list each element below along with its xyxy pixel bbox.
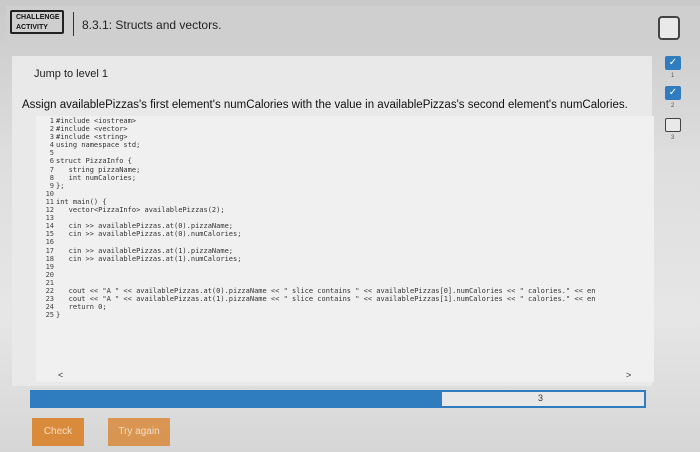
code-line[interactable]: struct PizzaInfo { bbox=[56, 157, 595, 165]
line-number: 7 bbox=[49, 165, 54, 174]
line-number: 1 bbox=[49, 117, 54, 125]
code-line[interactable]: #include <iostream> bbox=[56, 117, 595, 125]
code-line[interactable] bbox=[56, 149, 595, 157]
line-number: 10 bbox=[45, 189, 54, 198]
line-number: 12 bbox=[45, 206, 54, 215]
code-line[interactable]: return 0; bbox=[56, 303, 595, 311]
code-line[interactable] bbox=[56, 214, 595, 222]
level-number: 1 bbox=[671, 73, 675, 79]
level-open-icon[interactable] bbox=[665, 118, 681, 132]
line-number: 19 bbox=[45, 262, 54, 271]
line-number: 6 bbox=[49, 157, 54, 166]
line-number: 8 bbox=[49, 173, 54, 182]
code-line[interactable] bbox=[56, 263, 595, 271]
scroll-left-arrow[interactable]: < bbox=[58, 370, 63, 380]
level-number: 3 bbox=[671, 135, 675, 141]
line-number: 20 bbox=[45, 270, 54, 279]
jump-to-level-link[interactable]: Jump to level 1 bbox=[34, 68, 108, 80]
code-line[interactable] bbox=[56, 279, 595, 287]
code-line[interactable]: string pizzaName; bbox=[56, 166, 595, 174]
line-number: 15 bbox=[45, 230, 54, 239]
level-complete-check-icon[interactable]: ✓ bbox=[665, 86, 681, 100]
code-line[interactable]: cin >> availablePizzas.at(0).numCalories… bbox=[56, 230, 595, 238]
line-number: 25 bbox=[45, 311, 54, 320]
line-number: 16 bbox=[45, 238, 54, 247]
activity-title: 8.3.1: Structs and vectors. bbox=[82, 18, 222, 32]
badge-line1: CHALLENGE bbox=[16, 14, 60, 21]
line-number: 9 bbox=[49, 181, 54, 190]
line-number: 21 bbox=[45, 278, 54, 287]
line-number: 22 bbox=[45, 286, 54, 295]
code-line[interactable]: cout << "A " << availablePizzas.at(1).pi… bbox=[56, 295, 596, 303]
line-number: 14 bbox=[45, 222, 54, 231]
scroll-right-arrow[interactable]: > bbox=[626, 370, 631, 380]
line-number: 13 bbox=[45, 214, 54, 223]
code-line[interactable]: }; bbox=[56, 182, 595, 190]
level-number: 2 bbox=[671, 103, 675, 109]
code-line[interactable]: cin >> availablePizzas.at(1).numCalories… bbox=[56, 255, 595, 263]
code-line[interactable]: cin >> availablePizzas.at(0).pizzaName; bbox=[56, 222, 595, 230]
level-complete-check-icon[interactable]: ✓ bbox=[665, 56, 681, 70]
challenge-activity-badge: CHALLENGE ACTIVITY bbox=[10, 10, 64, 34]
line-number: 24 bbox=[45, 303, 54, 312]
progress-level-number: 3 bbox=[538, 393, 544, 403]
line-number: 2 bbox=[49, 125, 54, 134]
code-line[interactable]: int main() { bbox=[56, 198, 595, 206]
line-number: 11 bbox=[45, 197, 54, 206]
try-again-button[interactable]: Try again bbox=[108, 418, 170, 446]
code-line[interactable]: using namespace std; bbox=[56, 141, 595, 149]
check-button[interactable]: Check bbox=[32, 418, 84, 446]
line-number: 23 bbox=[45, 295, 54, 304]
code-line[interactable] bbox=[56, 238, 595, 246]
code-text[interactable]: #include <iostream> #include <vector> #inc… bbox=[56, 117, 595, 319]
code-line[interactable]: cout << "A " << availablePizzas.at(0).pi… bbox=[56, 287, 596, 295]
code-line[interactable] bbox=[56, 271, 595, 279]
line-number: 5 bbox=[49, 149, 54, 158]
code-line[interactable]: int numCalories; bbox=[56, 174, 595, 182]
header-divider bbox=[73, 12, 74, 36]
code-line[interactable]: #include <string> bbox=[56, 133, 595, 141]
code-line[interactable] bbox=[56, 190, 595, 198]
completion-badge-icon bbox=[658, 16, 680, 40]
line-number-gutter: 1 2 3 4 5 6 7 8 9 10 11 12 13 14 15 16 17 18 19 20 21 22 23 24 2… bbox=[38, 117, 54, 319]
code-line[interactable]: vector<PizzaInfo> availablePizzas(2); bbox=[56, 206, 595, 214]
code-line[interactable]: } bbox=[56, 311, 595, 319]
challenge-prompt: Assign availablePizzas's first element's… bbox=[22, 99, 628, 111]
code-line[interactable]: cin >> availablePizzas.at(1).pizzaName; bbox=[56, 247, 595, 255]
line-number: 4 bbox=[49, 141, 54, 150]
line-number: 18 bbox=[45, 254, 54, 263]
line-number: 3 bbox=[49, 133, 54, 142]
badge-line2: ACTIVITY bbox=[16, 24, 48, 31]
code-line[interactable]: #include <vector> bbox=[56, 125, 595, 133]
line-number: 17 bbox=[45, 246, 54, 255]
